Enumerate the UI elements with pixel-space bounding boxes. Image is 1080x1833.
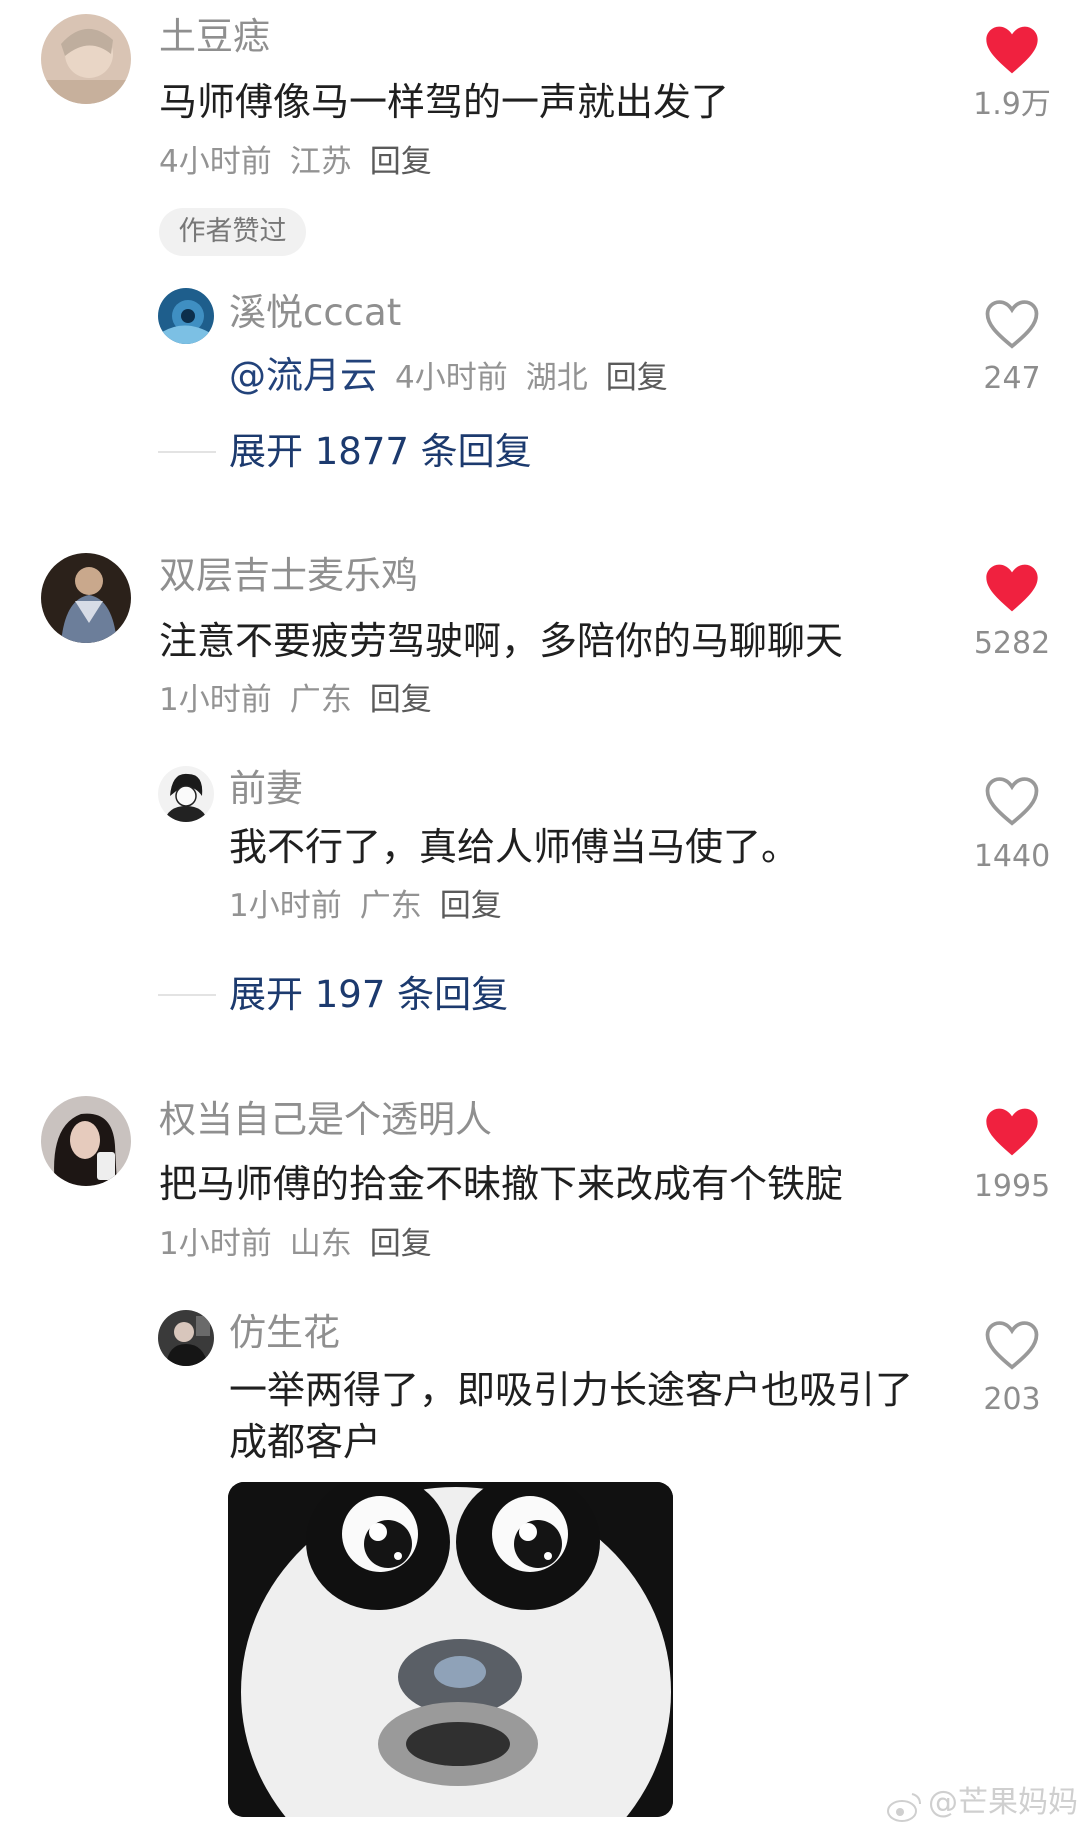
- reply-location: 湖北: [525, 360, 588, 396]
- comment-meta: 1小时前 广东 回复: [159, 685, 450, 716]
- like-count: 203: [983, 1382, 1041, 1417]
- comment-meta: 4小时前 江苏 回复: [159, 147, 450, 178]
- expand-divider: [158, 451, 216, 453]
- author-liked-badge: 作者赞过: [159, 208, 306, 256]
- reply-text: 我不行了，真给人师傅当马使了。: [229, 825, 800, 869]
- comment-location: 江苏: [289, 144, 352, 180]
- comment-username[interactable]: 土豆痣: [159, 18, 270, 55]
- avatar[interactable]: [41, 1096, 131, 1186]
- like-heart-icon[interactable]: [984, 775, 1040, 827]
- weibo-logo-icon: [886, 1790, 924, 1824]
- reply-mention[interactable]: @流月云: [229, 354, 377, 397]
- comment-location: 广东: [289, 682, 352, 718]
- expand-replies-link[interactable]: 展开 197 条回复: [229, 976, 508, 1013]
- reply-username[interactable]: 溪悦cccat: [229, 294, 401, 331]
- reply-button[interactable]: 回复: [370, 144, 432, 180]
- expand-replies-link[interactable]: 展开 1877 条回复: [229, 433, 532, 470]
- expand-divider: [158, 994, 216, 996]
- comment-username[interactable]: 权当自己是个透明人: [159, 1101, 492, 1138]
- reply-time: 1小时前: [229, 888, 342, 924]
- like-count: 5282: [973, 626, 1051, 661]
- comment-time: 1小时前: [159, 682, 272, 718]
- like-heart-icon[interactable]: [984, 24, 1040, 76]
- reply-location: 广东: [359, 888, 422, 924]
- watermark-text: @芒果妈妈: [928, 1785, 1078, 1820]
- reply-button[interactable]: 回复: [370, 682, 432, 718]
- reply-meta: @流月云 4小时前 湖北 回复: [229, 357, 686, 394]
- like-count: 1440: [973, 839, 1051, 874]
- comment-text: 把马师傅的拾金不昧撤下来改成有个铁腚: [159, 1162, 844, 1206]
- comment-username[interactable]: 双层吉士麦乐鸡: [159, 557, 418, 594]
- reply-button[interactable]: 回复: [370, 1226, 432, 1262]
- like-heart-icon[interactable]: [984, 1319, 1040, 1371]
- reply-avatar[interactable]: [158, 766, 214, 822]
- reply-button[interactable]: 回复: [606, 360, 668, 396]
- like-count: 247: [983, 361, 1041, 396]
- avatar[interactable]: [41, 14, 131, 104]
- comment-meta: 1小时前 山东 回复: [159, 1229, 450, 1260]
- like-count: 1.9万: [973, 87, 1051, 122]
- panda-meme-sticker[interactable]: [228, 1482, 673, 1817]
- comment-location: 山东: [289, 1226, 352, 1262]
- comment-time: 4小时前: [159, 144, 272, 180]
- comment-text: 马师傅像马一样驾的一声就出发了: [159, 80, 730, 124]
- reply-avatar[interactable]: [158, 1310, 214, 1366]
- reply-text: 一举两得了，即吸引力长途客户也吸引了成都客户: [229, 1368, 914, 1464]
- reply-meta: 1小时前 广东 回复: [229, 891, 520, 922]
- reply-username[interactable]: 前妻: [229, 770, 303, 807]
- reply-username[interactable]: 仿生花: [229, 1314, 340, 1351]
- reply-avatar[interactable]: [158, 288, 214, 344]
- like-count: 1995: [973, 1169, 1051, 1204]
- comment-time: 1小时前: [159, 1226, 272, 1262]
- reply-time: 4小时前: [395, 360, 508, 396]
- avatar[interactable]: [41, 553, 131, 643]
- comment-text: 注意不要疲劳驾驶啊，多陪你的马聊聊天: [159, 619, 844, 663]
- like-heart-icon[interactable]: [984, 1106, 1040, 1158]
- reply-button[interactable]: 回复: [440, 888, 502, 924]
- like-heart-icon[interactable]: [984, 298, 1040, 350]
- like-heart-icon[interactable]: [984, 562, 1040, 614]
